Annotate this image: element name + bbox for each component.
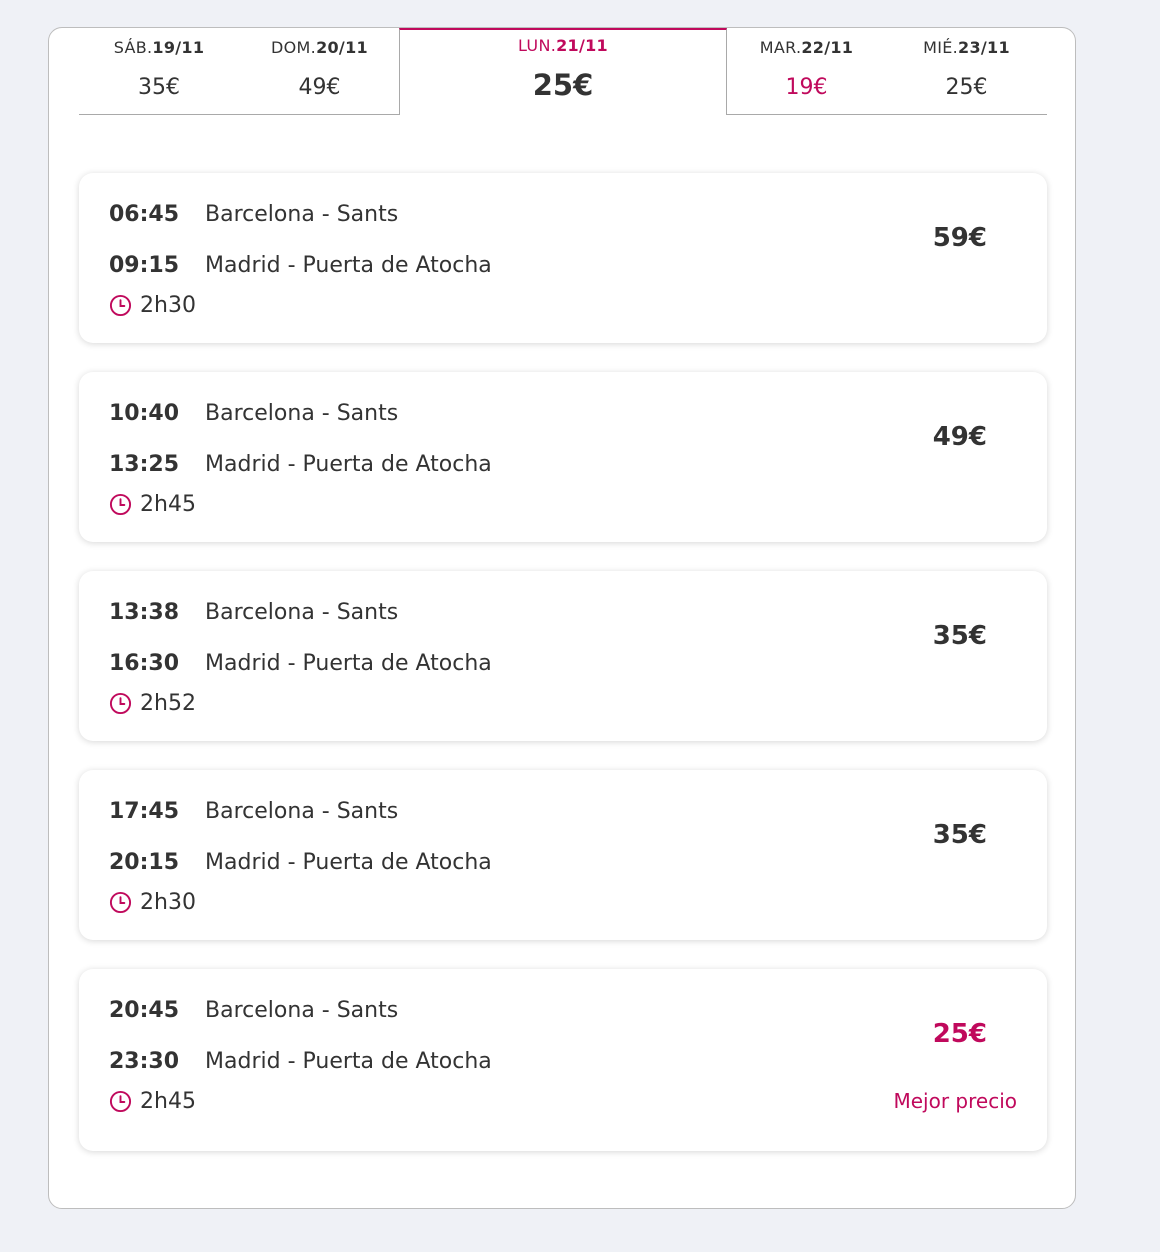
departure-row: 20:45 Barcelona - Sants [109,998,398,1023]
departure-row: 17:45 Barcelona - Sants [109,799,398,824]
clock-icon [109,1090,132,1113]
duration-value: 2h45 [140,1089,196,1114]
departure-row: 13:38 Barcelona - Sants [109,600,398,625]
trip-duration: 2h45 [109,492,196,517]
trip-duration: 2h30 [109,293,196,318]
trip-price: 25€ [932,1019,987,1049]
arrival-time: 23:30 [109,1049,180,1074]
date-tab-sun[interactable]: DOM.20/11 49€ [239,28,400,115]
duration-value: 2h30 [140,293,196,318]
arrival-row: 23:30 Madrid - Puerta de Atocha [109,1049,492,1074]
date-tab-sat[interactable]: SÁB.19/11 35€ [79,28,239,115]
date-tab-tue[interactable]: MAR.22/11 19€ [726,28,887,115]
tab-price: 49€ [298,75,341,100]
tab-date: LUN.21/11 [518,36,608,55]
departure-time: 06:45 [109,202,180,227]
arrival-row: 20:15 Madrid - Puerta de Atocha [109,850,492,875]
trip-card[interactable]: 13:38 Barcelona - Sants 16:30 Madrid - Pue… [79,571,1047,741]
arrival-time: 13:25 [109,452,180,477]
arrival-station: Madrid - Puerta de Atocha [205,651,492,676]
trip-card[interactable]: 06:45 Barcelona - Sants 09:15 Madrid - Pue… [79,173,1047,343]
departure-row: 10:40 Barcelona - Sants [109,401,398,426]
arrival-time: 09:15 [109,253,180,278]
departure-station: Barcelona - Sants [205,202,399,227]
trip-price: 35€ [932,820,987,850]
clock-icon [109,891,132,914]
arrival-row: 09:15 Madrid - Puerta de Atocha [109,253,492,278]
tab-date: DOM.20/11 [271,38,368,57]
duration-value: 2h52 [140,691,196,716]
trip-duration: 2h52 [109,691,196,716]
departure-station: Barcelona - Sants [205,401,399,426]
best-price-label: Mejor precio [893,1089,1017,1113]
arrival-station: Madrid - Puerta de Atocha [205,253,492,278]
tab-date: MAR.22/11 [759,38,854,57]
trip-price: 49€ [932,422,987,452]
departure-time: 20:45 [109,998,180,1023]
results-panel: SÁB.19/11 35€ DOM.20/11 49€ LUN.21/11 25… [48,27,1076,1209]
tab-date: MIÉ.23/11 [923,38,1010,57]
trip-card[interactable]: 10:40 Barcelona - Sants 13:25 Madrid - Pue… [79,372,1047,542]
arrival-time: 20:15 [109,850,180,875]
date-tab-wed[interactable]: MIÉ.23/11 25€ [886,28,1047,115]
date-tab-mon-selected[interactable]: LUN.21/11 25€ [399,28,727,115]
clock-icon [109,294,132,317]
departure-station: Barcelona - Sants [205,600,399,625]
tab-price: 25€ [532,68,594,102]
trip-duration: 2h30 [109,890,196,915]
departure-time: 13:38 [109,600,180,625]
departure-station: Barcelona - Sants [205,998,399,1023]
trip-card-best-price[interactable]: 20:45 Barcelona - Sants 23:30 Madrid - Pue… [79,969,1047,1151]
trip-card[interactable]: 17:45 Barcelona - Sants 20:15 Madrid - Pue… [79,770,1047,940]
arrival-station: Madrid - Puerta de Atocha [205,850,492,875]
arrival-time: 16:30 [109,651,180,676]
departure-time: 17:45 [109,799,180,824]
arrival-station: Madrid - Puerta de Atocha [205,452,492,477]
arrival-row: 16:30 Madrid - Puerta de Atocha [109,651,492,676]
departure-station: Barcelona - Sants [205,799,399,824]
tab-price: 19€ [785,75,828,100]
trip-price: 35€ [932,621,987,651]
trip-duration: 2h45 [109,1089,196,1114]
departure-row: 06:45 Barcelona - Sants [109,202,398,227]
date-selector: SÁB.19/11 35€ DOM.20/11 49€ LUN.21/11 25… [79,28,1047,116]
arrival-station: Madrid - Puerta de Atocha [205,1049,492,1074]
duration-value: 2h45 [140,492,196,517]
clock-icon [109,692,132,715]
tab-price: 35€ [138,75,180,100]
duration-value: 2h30 [140,890,196,915]
trip-price: 59€ [932,223,987,253]
arrival-row: 13:25 Madrid - Puerta de Atocha [109,452,492,477]
departure-time: 10:40 [109,401,180,426]
tab-date: SÁB.19/11 [113,38,205,57]
tab-price: 25€ [945,75,988,100]
clock-icon [109,493,132,516]
